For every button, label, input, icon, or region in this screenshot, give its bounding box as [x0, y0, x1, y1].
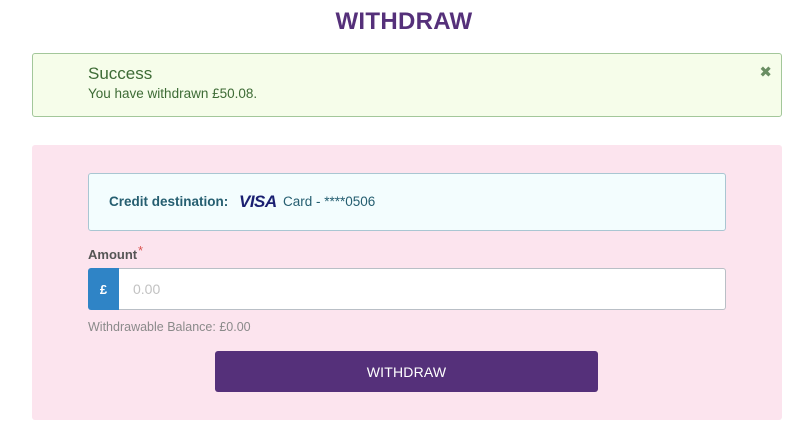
currency-addon: £	[88, 268, 119, 310]
withdraw-button[interactable]: WITHDRAW	[215, 351, 598, 392]
credit-destination-label: Credit destination:	[109, 194, 229, 209]
alert-title: Success	[88, 64, 153, 83]
alert-message: You have withdrawn £50.08.	[88, 86, 258, 101]
card-number: Card - ****0506	[283, 194, 376, 209]
required-indicator: *	[138, 243, 144, 258]
visa-logo-icon: VISA	[239, 192, 277, 211]
amount-input[interactable]	[119, 268, 726, 310]
close-icon[interactable]: ✖	[759, 65, 772, 80]
amount-input-group: £	[88, 268, 726, 310]
page-title: WITHDRAW	[335, 8, 473, 35]
withdrawable-balance: Withdrawable Balance: £0.00	[88, 320, 251, 334]
withdraw-panel: Credit destination: VISA Card - ****0506…	[32, 145, 782, 420]
amount-label: Amount	[88, 247, 138, 262]
success-alert: Success You have withdrawn £50.08. ✖	[32, 53, 782, 117]
credit-destination-box: Credit destination: VISA Card - ****0506	[88, 173, 726, 231]
